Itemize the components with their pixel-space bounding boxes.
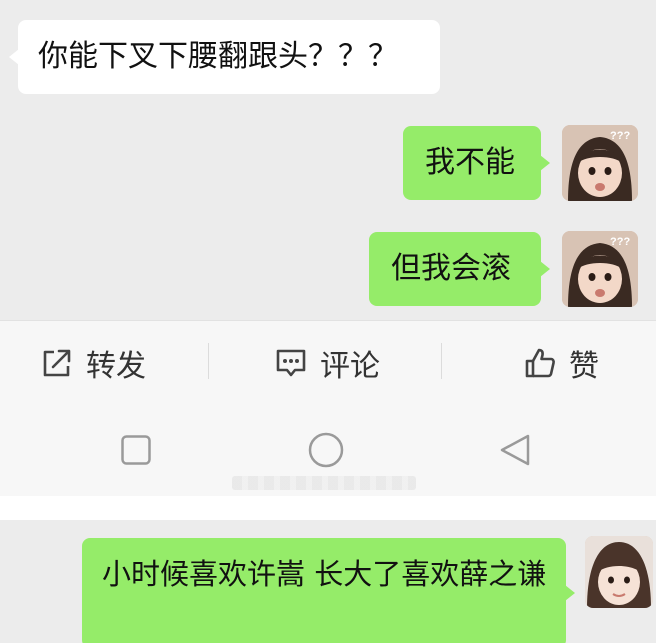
thumbs-up-icon [525,348,555,378]
child-avatar-image: ??? [562,231,638,307]
svg-text:???: ??? [610,236,630,248]
divider [441,343,442,379]
forward-label: 转发 [86,349,146,384]
comment-label: 评论 [320,349,380,384]
back-button[interactable] [498,433,532,471]
comment-icon [276,349,306,377]
outgoing-message-bubble[interactable]: 我不能 [403,126,550,200]
outgoing-message-bubble[interactable]: 小时候喜欢许嵩 长大了喜欢薛之谦 [82,538,575,643]
incoming-message-text: 你能下叉下腰翻跟头？？？ [38,39,398,74]
chat-area-top: 你能下叉下腰翻跟头？？？ 我不能 ??? 但我会滚 ??? [0,0,656,320]
like-label: 赞 [569,349,599,384]
circle-icon [308,432,344,468]
back-triangle-icon [500,434,530,466]
child-avatar-image: ??? [562,125,638,201]
comment-button[interactable]: 评论 [274,343,380,384]
recent-apps-button[interactable] [120,434,152,470]
forward-button[interactable]: 转发 [40,343,146,384]
share-icon [43,349,71,377]
screenshot-separator [0,496,656,520]
svg-text:???: ??? [610,130,630,142]
avatar[interactable] [585,536,653,608]
avatar[interactable]: ??? [562,125,638,201]
like-button[interactable]: 赞 [523,343,599,384]
child-avatar-image [585,536,653,608]
outgoing-message-text: 小时候喜欢许嵩 长大了喜欢薛之谦 [102,557,547,591]
incoming-message-bubble[interactable]: 你能下叉下腰翻跟头？？？ [9,20,440,94]
outgoing-message-bubble[interactable]: 但我会滚 [369,232,550,306]
avatar[interactable]: ??? [562,231,638,307]
blurred-watermark [232,476,416,490]
divider [208,343,209,379]
chat-area-bottom: 小时候喜欢许嵩 长大了喜欢薛之谦 [0,520,656,643]
post-action-bar: 转发 评论 赞 [0,320,656,404]
square-icon [121,435,151,465]
outgoing-message-text: 我不能 [425,145,515,180]
outgoing-message-text: 但我会滚 [391,251,511,286]
home-button[interactable] [308,432,344,472]
